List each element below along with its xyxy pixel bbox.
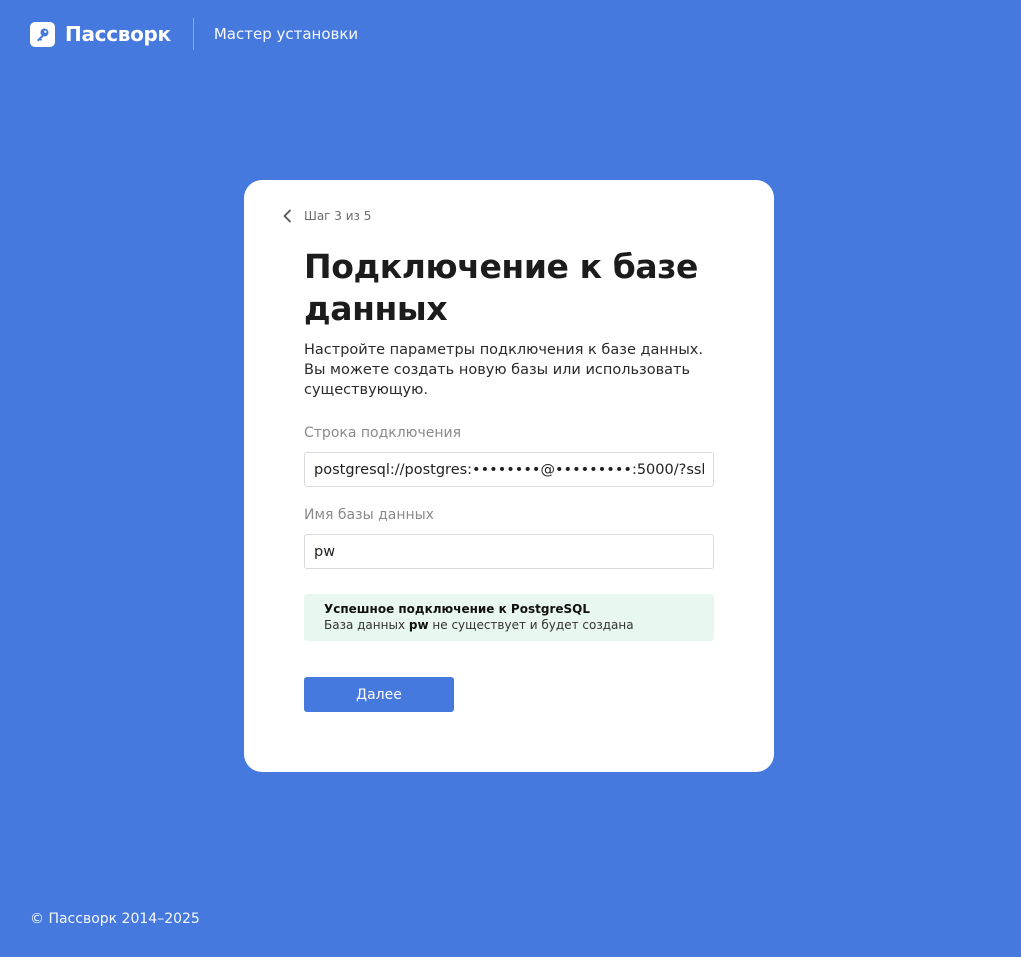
chevron-left-icon[interactable]	[282, 208, 294, 224]
wizard-label: Мастер установки	[213, 25, 359, 43]
next-button[interactable]: Далее	[304, 677, 454, 712]
key-icon	[30, 21, 55, 47]
status-title: Успешное подключение к PostgreSQL	[324, 602, 590, 616]
connection-status-box: Успешное подключение к PostgreSQL База д…	[304, 594, 714, 641]
connection-string-label: Строка подключения	[304, 425, 462, 441]
header-divider	[192, 18, 194, 50]
connection-string-input[interactable]	[304, 452, 714, 487]
status-message: База данных pw не существует и будет соз…	[324, 617, 694, 633]
status-suffix: не существует и будет создана	[432, 618, 634, 632]
brand-name: Пассворк	[65, 22, 171, 46]
setup-card: Шаг 3 из 5 Подключение к базе данных Нас…	[244, 180, 774, 772]
step-indicator: Шаг 3 из 5	[304, 209, 372, 223]
page-title: Подключение к базе данных	[304, 247, 698, 328]
database-name-label: Имя базы данных	[304, 507, 434, 523]
status-db-name: pw	[408, 618, 429, 632]
database-name-input[interactable]	[304, 534, 714, 569]
footer-copyright: © Пассворк 2014–2025	[30, 911, 200, 927]
status-prefix: База данных	[324, 618, 406, 632]
app-header: Пассворк Мастер установки	[30, 18, 358, 50]
page-description: Настройте параметры подключения к базе д…	[304, 342, 703, 398]
back-step-link[interactable]: Шаг 3 из 5	[282, 208, 371, 224]
